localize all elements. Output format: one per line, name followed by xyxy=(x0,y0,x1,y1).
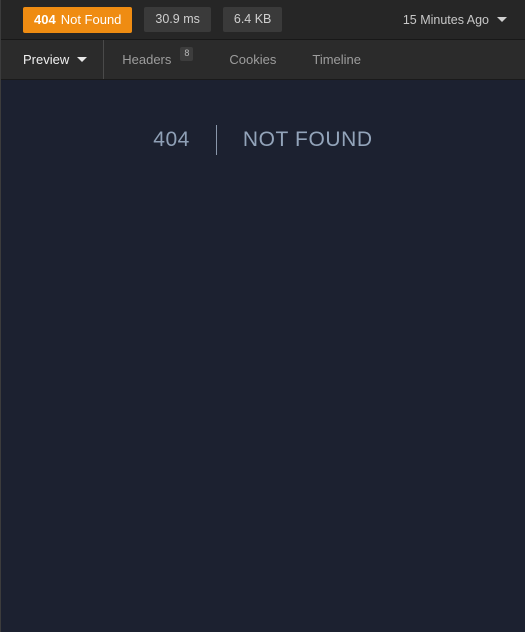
status-badge: 404 Not Found xyxy=(23,6,133,33)
chevron-down-icon xyxy=(77,57,88,62)
tab-headers-label: Headers xyxy=(122,52,172,67)
timestamp-dropdown[interactable]: 15 Minutes Ago xyxy=(403,13,511,27)
preview-pane: 404 NOT FOUND xyxy=(1,80,525,632)
error-message: NOT FOUND xyxy=(242,128,373,151)
tab-timeline[interactable]: Timeline xyxy=(294,40,379,79)
response-size-pill: 6.4 KB xyxy=(222,6,283,33)
error-divider xyxy=(215,125,217,155)
response-time-pill: 30.9 ms xyxy=(144,6,211,33)
tab-preview[interactable]: Preview xyxy=(1,40,105,79)
response-status-bar: 404 Not Found 30.9 ms 6.4 KB 15 Minutes … xyxy=(1,0,525,40)
tab-cookies[interactable]: Cookies xyxy=(211,40,294,79)
http-response-inspector: 404 Not Found 30.9 ms 6.4 KB 15 Minutes … xyxy=(0,0,525,632)
error-code: 404 xyxy=(153,128,190,151)
headers-count-badge: 8 xyxy=(180,46,194,61)
tab-timeline-label: Timeline xyxy=(312,52,362,67)
status-code: 404 xyxy=(34,11,56,27)
status-text: Not Found xyxy=(60,11,122,27)
chevron-down-icon xyxy=(497,17,507,22)
tab-preview-label: Preview xyxy=(23,52,70,67)
tab-headers[interactable]: Headers 8 xyxy=(104,40,211,79)
error-page-content: 404 NOT FOUND xyxy=(1,125,525,155)
timestamp-label: 15 Minutes Ago xyxy=(402,12,489,27)
tab-cookies-label: Cookies xyxy=(229,52,277,67)
inspector-tab-bar: Preview Headers 8 Cookies Timeline xyxy=(1,40,525,80)
